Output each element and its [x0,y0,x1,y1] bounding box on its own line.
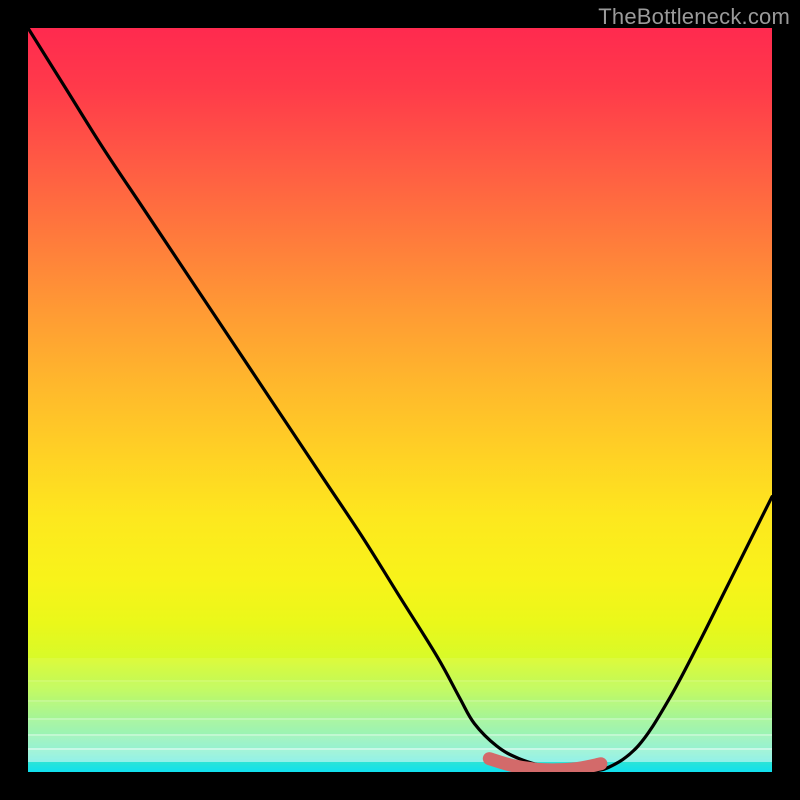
plot-area [28,28,772,772]
optimal-marker-path [489,759,601,770]
chart-frame: TheBottleneck.com [0,0,800,800]
bottleneck-curve-path [28,28,772,771]
curve-layer [28,28,772,772]
watermark-text: TheBottleneck.com [598,4,790,30]
